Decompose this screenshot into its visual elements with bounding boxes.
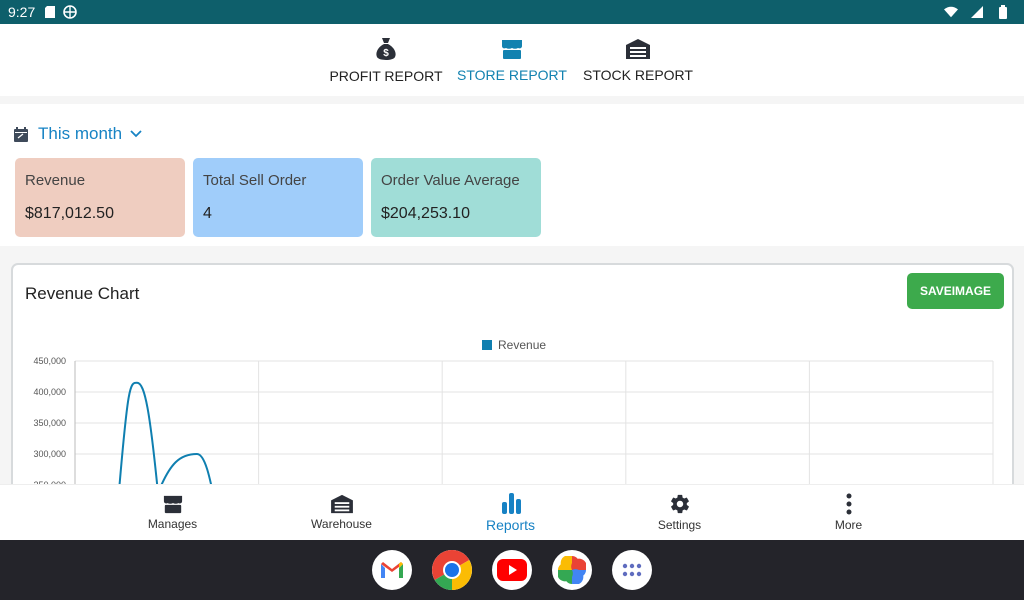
summary-section: This month Revenue $817,012.50 Total Sel… bbox=[0, 104, 1024, 246]
sell-order-card: Total Sell Order 4 bbox=[193, 158, 363, 237]
y-tick-label: 400,000 bbox=[33, 387, 66, 397]
period-label: This month bbox=[38, 124, 123, 143]
legend-swatch bbox=[482, 340, 492, 350]
sell-order-card-label: Total Sell Order bbox=[203, 172, 307, 189]
status-bar: 9:27 bbox=[0, 0, 1024, 24]
y-tick-label: 450,000 bbox=[33, 356, 66, 366]
y-tick-label: 300,000 bbox=[33, 449, 66, 459]
tab-profit-report[interactable]: $ PROFIT REPORT bbox=[323, 24, 449, 96]
app-dock bbox=[0, 540, 1024, 600]
youtube-app-icon[interactable] bbox=[492, 550, 532, 590]
signal-icon bbox=[970, 5, 984, 19]
battery-icon bbox=[996, 5, 1010, 19]
revenue-chart: 450,000400,000350,000300,000250,000 Reve… bbox=[33, 338, 994, 484]
warehouse-icon bbox=[626, 39, 650, 59]
tab-profit-label: PROFIT REPORT bbox=[329, 68, 443, 84]
calendar-icon bbox=[14, 126, 28, 142]
y-tick-label: 350,000 bbox=[33, 418, 66, 428]
nav-warehouse[interactable]: Warehouse bbox=[257, 485, 426, 540]
revenue-card-label: Revenue bbox=[25, 172, 86, 189]
nav-reports[interactable]: Reports bbox=[426, 485, 595, 540]
sell-order-card-value: 4 bbox=[203, 205, 212, 222]
nav-more[interactable]: More bbox=[764, 485, 933, 540]
nav-manages-label: Manages bbox=[147, 517, 198, 531]
sd-card-icon bbox=[43, 5, 57, 19]
nav-manages[interactable]: Manages bbox=[88, 485, 257, 540]
legend-label: Revenue bbox=[498, 338, 546, 352]
report-tabs: $ PROFIT REPORT STORE REPORT STOCK REPOR… bbox=[0, 24, 1024, 96]
chevron-down-icon bbox=[130, 130, 142, 138]
nav-settings-label: Settings bbox=[657, 518, 702, 532]
warehouse-icon bbox=[330, 494, 353, 514]
revenue-card-value: $817,012.50 bbox=[25, 205, 114, 222]
store-icon bbox=[163, 495, 182, 514]
app-drawer-icon[interactable] bbox=[612, 550, 652, 590]
revenue-card: Revenue $817,012.50 bbox=[15, 158, 185, 237]
chart-grid bbox=[74, 360, 994, 484]
wifi-icon bbox=[944, 5, 958, 19]
tab-store-label: STORE REPORT bbox=[457, 67, 567, 83]
gear-icon bbox=[670, 494, 689, 514]
chrome-app-icon[interactable] bbox=[432, 550, 472, 590]
photos-app-icon[interactable] bbox=[552, 550, 592, 590]
order-average-card: Order Value Average $204,253.10 bbox=[371, 158, 541, 237]
order-average-card-label: Order Value Average bbox=[381, 172, 520, 189]
series-line-revenue bbox=[118, 381, 213, 484]
money-bag-icon: $ bbox=[376, 38, 396, 60]
tab-stock-label: STOCK REPORT bbox=[583, 67, 693, 83]
chart-series bbox=[118, 381, 213, 484]
nav-warehouse-label: Warehouse bbox=[311, 517, 372, 531]
tab-stock-report[interactable]: STOCK REPORT bbox=[575, 24, 701, 96]
chart-legend: Revenue bbox=[482, 338, 546, 352]
nav-settings[interactable]: Settings bbox=[595, 485, 764, 540]
more-vertical-icon bbox=[846, 493, 851, 515]
nav-reports-label: Reports bbox=[485, 517, 536, 533]
chart-y-ticks: 450,000400,000350,000300,000250,000 bbox=[33, 356, 66, 484]
period-selector[interactable]: This month bbox=[14, 124, 142, 144]
order-average-card-value: $204,253.10 bbox=[381, 205, 470, 222]
tab-store-report[interactable]: STORE REPORT bbox=[449, 24, 575, 96]
gmail-app-icon[interactable] bbox=[372, 550, 412, 590]
vpn-icon bbox=[63, 5, 78, 19]
nav-more-label: More bbox=[834, 518, 863, 532]
store-icon bbox=[502, 40, 522, 59]
status-time: 9:27 bbox=[8, 4, 36, 20]
svg-text:$: $ bbox=[383, 48, 389, 59]
bottom-nav: Manages Warehouse Reports Settings More bbox=[0, 484, 1024, 540]
bar-chart-icon bbox=[501, 493, 521, 514]
